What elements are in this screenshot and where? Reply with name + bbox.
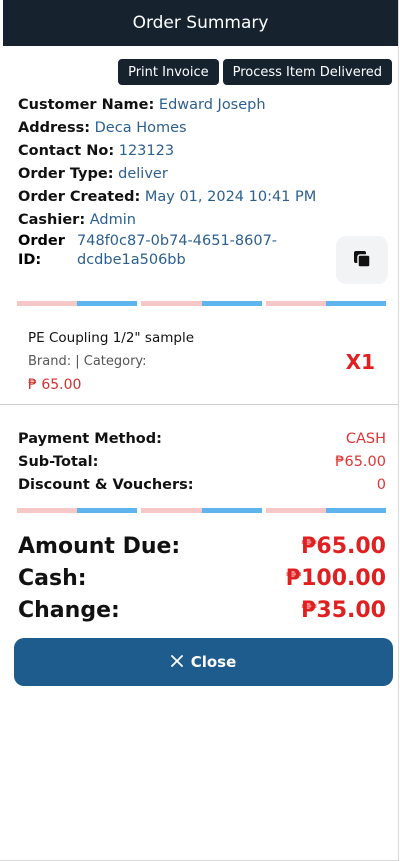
- discount-row: Discount & Vouchers: 0: [18, 474, 386, 497]
- contact-label: Contact No:: [18, 143, 115, 159]
- copy-order-id-button[interactable]: [336, 236, 388, 284]
- action-bar: Print Invoice Process Item Delivered: [118, 59, 392, 85]
- amount-due-label: Amount Due:: [18, 534, 181, 559]
- payment-details: Payment Method: CASH Sub-Total: ₱65.00 D…: [18, 428, 386, 497]
- change-row: Change: ₱35.00: [18, 595, 386, 627]
- address-value: Deca Homes: [94, 120, 187, 136]
- order-item: PE Coupling 1/2" sample Brand: | Categor…: [28, 330, 378, 393]
- order-id-label: Order ID:: [18, 233, 65, 268]
- customer-name-label: Customer Name:: [18, 97, 155, 113]
- payment-method-value: CASH: [345, 431, 386, 447]
- order-type-label: Order Type:: [18, 166, 114, 182]
- change-value: ₱35.00: [301, 598, 386, 623]
- discount-value: 0: [376, 477, 386, 493]
- subtotal-label: Sub-Total:: [18, 454, 99, 470]
- customer-name-row: Customer Name: Edward Joseph: [18, 94, 388, 117]
- cashier-row: Cashier: Admin: [18, 209, 388, 232]
- item-name: PE Coupling 1/2" sample: [28, 330, 195, 346]
- header: Order Summary: [3, 0, 398, 46]
- item-brand-category: Brand: | Category:: [28, 354, 147, 369]
- cash-value: ₱100.00: [285, 566, 386, 591]
- order-type-value: deliver: [118, 166, 168, 182]
- close-button[interactable]: Close: [14, 638, 393, 686]
- close-icon: [170, 653, 183, 671]
- subtotal-row: Sub-Total: ₱65.00: [18, 451, 386, 474]
- cash-label: Cash:: [18, 566, 87, 591]
- change-label: Change:: [18, 598, 120, 623]
- order-created-value: May 01, 2024 10:41 PM: [144, 189, 317, 205]
- divider: [17, 508, 386, 513]
- totals: Amount Due: ₱65.00 Cash: ₱100.00 Change:…: [18, 531, 386, 627]
- discount-label: Discount & Vouchers:: [18, 477, 194, 493]
- divider: [17, 301, 386, 306]
- cashier-label: Cashier:: [18, 212, 86, 228]
- item-separator: [0, 404, 399, 405]
- cash-row: Cash: ₱100.00: [18, 563, 386, 595]
- address-label: Address:: [18, 120, 91, 136]
- order-created-row: Order Created: May 01, 2024 10:41 PM: [18, 186, 388, 209]
- subtotal-value: ₱65.00: [335, 454, 386, 470]
- cashier-value: Admin: [89, 212, 136, 228]
- address-row: Address: Deca Homes: [18, 117, 388, 140]
- order-created-label: Order Created:: [18, 189, 141, 205]
- order-id-value: 748f0c87-0b74-4651-8607-dcdbe1a506bb: [77, 233, 278, 268]
- customer-name-value: Edward Joseph: [158, 97, 266, 113]
- copy-icon: [352, 249, 372, 272]
- process-item-delivered-button[interactable]: Process Item Delivered: [222, 59, 392, 85]
- print-invoice-button[interactable]: Print Invoice: [118, 59, 219, 85]
- item-price: ₱ 65.00: [28, 377, 82, 393]
- order-type-row: Order Type: deliver: [18, 163, 388, 186]
- contact-value: 123123: [118, 143, 175, 159]
- payment-method-row: Payment Method: CASH: [18, 428, 386, 451]
- item-quantity: X1: [345, 350, 375, 374]
- contact-row: Contact No: 123123: [18, 140, 388, 163]
- amount-due-row: Amount Due: ₱65.00: [18, 531, 386, 563]
- payment-method-label: Payment Method:: [18, 431, 162, 447]
- customer-info: Customer Name: Edward Joseph Address: De…: [18, 94, 388, 284]
- order-summary-panel: Order Summary Print Invoice Process Item…: [0, 0, 399, 861]
- order-id-row: Order ID: 748f0c87-0b74-4651-8607-dcdbe1…: [18, 232, 388, 270]
- page-title: Order Summary: [132, 13, 269, 33]
- amount-due-value: ₱65.00: [301, 534, 386, 559]
- close-button-label: Close: [190, 653, 237, 671]
